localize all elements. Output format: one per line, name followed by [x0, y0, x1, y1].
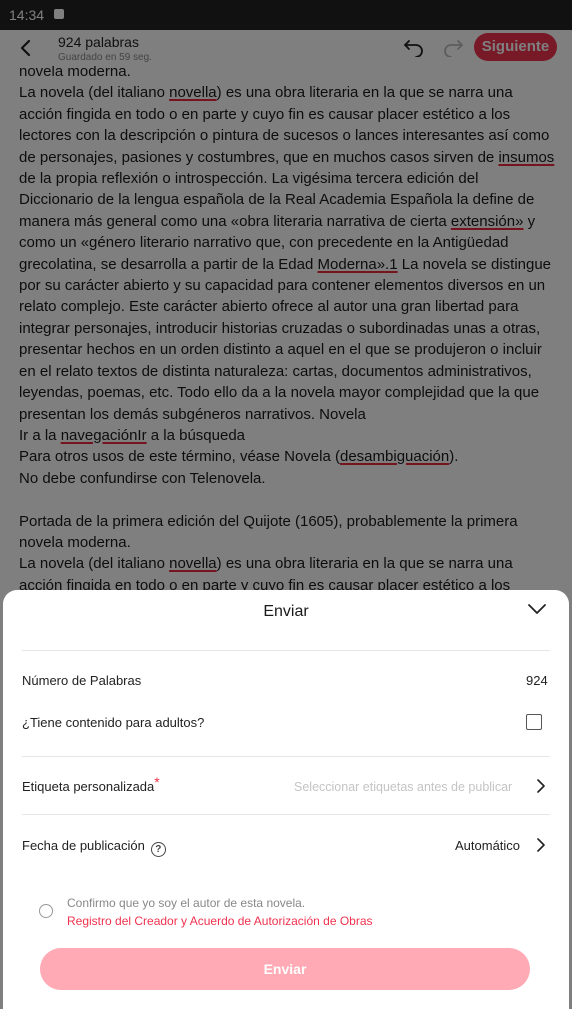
sheet-title: Enviar — [263, 603, 309, 620]
chevron-right-icon[interactable] — [536, 838, 545, 852]
custom-tag-label: Etiqueta personalizada* — [22, 774, 160, 794]
submit-button[interactable]: Enviar — [40, 948, 530, 990]
chevron-down-icon[interactable] — [527, 602, 547, 616]
custom-tag-selector[interactable]: Seleccionar etiquetas antes de publicar — [294, 780, 512, 794]
adult-content-label: ¿Tiene contenido para adultos? — [22, 715, 205, 730]
word-count-label: Número de Palabras — [22, 673, 142, 688]
divider — [22, 650, 550, 651]
chevron-right-icon[interactable] — [536, 779, 545, 793]
publish-date-label: Fecha de publicación? — [22, 838, 166, 857]
publish-date-label-text: Fecha de publicación — [22, 838, 145, 853]
author-confirm-radio[interactable] — [39, 904, 53, 918]
adult-content-checkbox[interactable] — [526, 714, 542, 730]
author-confirm-text: Confirmo que yo soy el autor de esta nov… — [67, 896, 306, 910]
word-count-value: 924 — [526, 673, 548, 688]
creator-agreement-link[interactable]: Registro del Creador y Acuerdo de Autori… — [67, 914, 373, 928]
submit-sheet: Enviar Número de Palabras 924 ¿Tiene con… — [3, 590, 569, 1009]
publish-date-value[interactable]: Automático — [455, 838, 520, 853]
divider — [22, 756, 550, 757]
divider — [22, 814, 550, 815]
help-icon[interactable]: ? — [150, 842, 166, 857]
required-mark: * — [154, 774, 160, 790]
custom-tag-label-text: Etiqueta personalizada — [22, 779, 155, 794]
